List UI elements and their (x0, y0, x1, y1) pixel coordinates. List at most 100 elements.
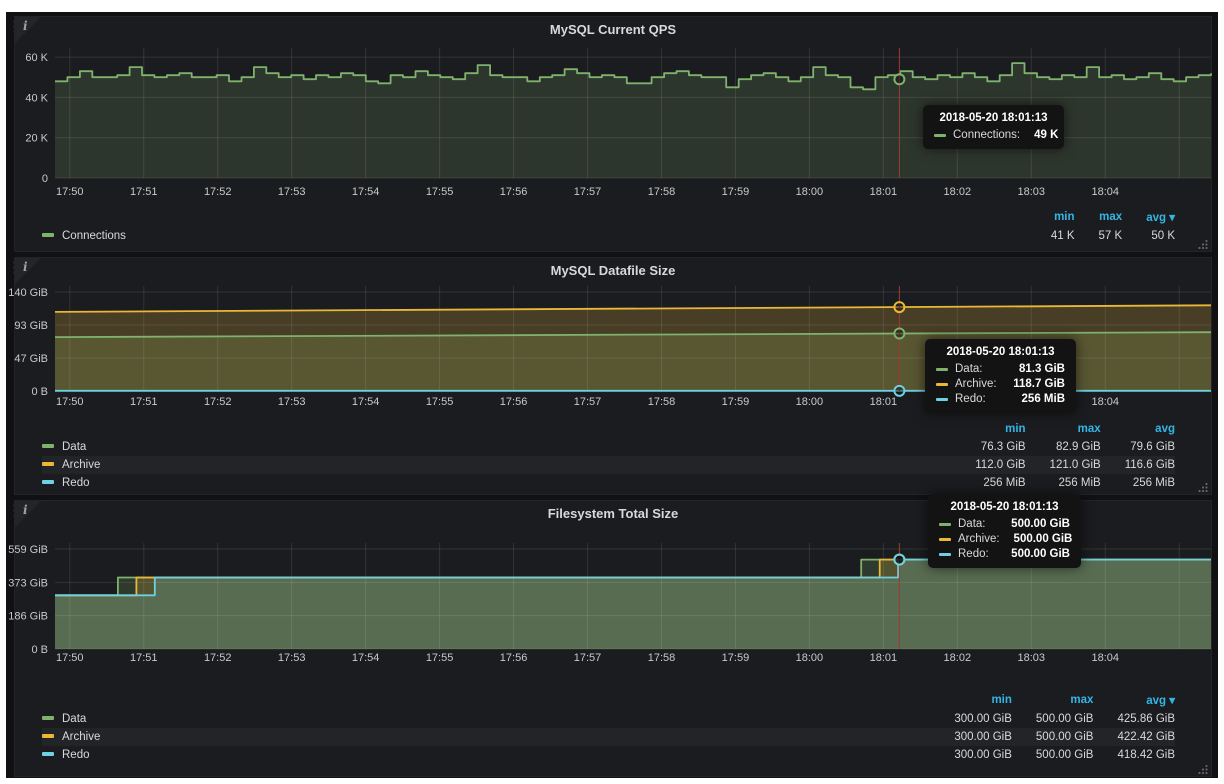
x-axis-label: 17:51 (130, 652, 158, 664)
y-axis-label: 186 GiB (8, 611, 48, 623)
legend-sort-min[interactable]: min (930, 690, 1012, 710)
legend-max-value: 121.0 GiB (1026, 456, 1101, 474)
tooltip-series-row: Redo: 256 MiB (936, 393, 1065, 405)
x-axis-label: 18:00 (796, 396, 824, 408)
tooltip-timestamp: 2018-05-20 18:01:13 (934, 112, 1053, 124)
x-axis-label: 18:01 (870, 652, 898, 664)
x-axis-label: 17:54 (352, 186, 380, 198)
series-color-swatch-icon (939, 523, 951, 526)
legend-series-toggle[interactable]: Redo (42, 746, 930, 764)
x-axis-label: 17:52 (204, 186, 232, 198)
legend-sort-avg[interactable]: avg ▾ (1093, 690, 1175, 710)
tooltip-series-row: Archive: 118.7 GiB (936, 378, 1065, 390)
panel-title[interactable]: MySQL Current QPS (15, 22, 1211, 37)
x-axis-label: 18:04 (1091, 652, 1119, 664)
x-axis-label: 17:53 (278, 652, 306, 664)
legend-min-value: 41 K (1027, 227, 1075, 245)
tooltip-series-row: Data: 500.00 GiB (939, 518, 1070, 530)
legend-table: min max avg ▾ Connections 41 K 57 K 50 K (42, 207, 1175, 245)
y-axis-label: 559 GiB (8, 544, 48, 556)
x-axis-label: 17:51 (130, 396, 158, 408)
legend-max-value: 256 MiB (1026, 474, 1101, 492)
x-axis-label: 17:58 (648, 652, 676, 664)
legend-min-value: 256 MiB (951, 474, 1025, 492)
legend-series-toggle[interactable]: Archive (42, 456, 951, 474)
legend-sort-max[interactable]: max (1026, 420, 1101, 438)
series-fill (55, 560, 1211, 649)
legend-sort-min[interactable]: min (1027, 207, 1075, 227)
panel-title[interactable]: MySQL Datafile Size (15, 263, 1211, 278)
y-axis-label: 40 K (25, 92, 48, 104)
y-axis-label: 140 GiB (8, 287, 48, 299)
legend-table: min max avg ▾ Data 300.00 GiB 500.00 GiB… (42, 690, 1175, 764)
legend-sort-avg[interactable]: avg ▾ (1122, 207, 1175, 227)
crosshair-marker (894, 302, 904, 312)
panel-resize-handle-icon[interactable] (1198, 482, 1208, 492)
legend-series-toggle[interactable]: Connections (42, 227, 1027, 245)
x-axis-label: 18:04 (1091, 396, 1119, 408)
series-color-swatch-icon (936, 398, 948, 401)
y-axis-label: 0 B (31, 644, 48, 656)
x-axis-label: 17:56 (500, 186, 528, 198)
legend-series-toggle[interactable]: Redo (42, 474, 951, 492)
legend-row-redo: Redo 256 MiB 256 MiB 256 MiB (42, 474, 1175, 492)
legend-sort-max[interactable]: max (1075, 207, 1123, 227)
x-axis-label: 17:58 (648, 396, 676, 408)
x-axis-label: 17:50 (56, 186, 84, 198)
x-axis-label: 18:00 (796, 186, 824, 198)
x-axis-label: 17:57 (574, 186, 602, 198)
x-axis-label: 18:01 (870, 186, 898, 198)
legend-series-toggle[interactable]: Data (42, 710, 930, 728)
series-color-swatch-icon (934, 134, 946, 137)
x-axis-label: 17:56 (500, 652, 528, 664)
legend-header-row: min max avg ▾ (42, 207, 1175, 227)
hover-tooltip-filesystem: 2018-05-20 18:01:13 Data: 500.00 GiB Arc… (928, 494, 1081, 568)
y-axis-label: 0 (42, 173, 48, 185)
x-axis-label: 17:55 (426, 652, 454, 664)
tooltip-timestamp: 2018-05-20 18:01:13 (936, 346, 1065, 358)
y-axis-label: 373 GiB (8, 577, 48, 589)
panel-resize-handle-icon[interactable] (1198, 764, 1208, 774)
legend-sort-avg[interactable]: avg (1101, 420, 1175, 438)
x-axis-label: 17:57 (574, 652, 602, 664)
legend-max-value: 57 K (1075, 227, 1123, 245)
series-color-swatch-icon (42, 752, 54, 756)
x-axis-label: 17:55 (426, 396, 454, 408)
panel-resize-handle-icon[interactable] (1198, 239, 1208, 249)
series-color-swatch-icon (939, 538, 951, 541)
legend-min-value: 112.0 GiB (951, 456, 1025, 474)
x-axis-label: 17:58 (648, 186, 676, 198)
legend-avg-value: 256 MiB (1101, 474, 1175, 492)
legend-row-data: Data 300.00 GiB 500.00 GiB 425.86 GiB (42, 710, 1175, 728)
legend-series-toggle[interactable]: Data (42, 438, 951, 456)
x-axis-label: 17:53 (278, 186, 306, 198)
x-axis-label: 17:57 (574, 396, 602, 408)
legend-avg-value: 50 K (1122, 227, 1175, 245)
legend-min-value: 300.00 GiB (930, 710, 1012, 728)
legend-avg-value: 418.42 GiB (1093, 746, 1175, 764)
crosshair-marker (894, 386, 904, 396)
series-color-swatch-icon (939, 553, 951, 556)
legend-header-row: min max avg (42, 420, 1175, 438)
series-color-swatch-icon (936, 368, 948, 371)
y-axis-label: 0 B (31, 386, 48, 398)
legend-row-redo: Redo 300.00 GiB 500.00 GiB 418.42 GiB (42, 746, 1175, 764)
legend-avg-value: 425.86 GiB (1093, 710, 1175, 728)
grafana-dashboard-page: { "colors": { "green": "#7eb26d", "yello… (0, 0, 1224, 784)
hover-tooltip-qps: 2018-05-20 18:01:13 Connections: 49 K (923, 105, 1064, 149)
legend-min-value: 300.00 GiB (930, 728, 1012, 746)
legend-avg-value: 422.42 GiB (1093, 728, 1175, 746)
series-color-swatch-icon (42, 716, 54, 720)
legend-series-toggle[interactable]: Archive (42, 728, 930, 746)
legend-max-value: 500.00 GiB (1012, 710, 1094, 728)
legend-header-row: min max avg ▾ (42, 690, 1175, 710)
series-color-swatch-icon (42, 480, 54, 484)
tooltip-series-row: Data: 81.3 GiB (936, 363, 1065, 375)
x-axis-label: 18:03 (1018, 186, 1046, 198)
series-color-swatch-icon (42, 444, 54, 448)
legend-row-archive: Archive 300.00 GiB 500.00 GiB 422.42 GiB (42, 728, 1175, 746)
x-axis-label: 18:02 (944, 186, 972, 198)
legend-sort-min[interactable]: min (951, 420, 1025, 438)
legend-sort-max[interactable]: max (1012, 690, 1094, 710)
y-axis-label: 60 K (25, 52, 48, 64)
